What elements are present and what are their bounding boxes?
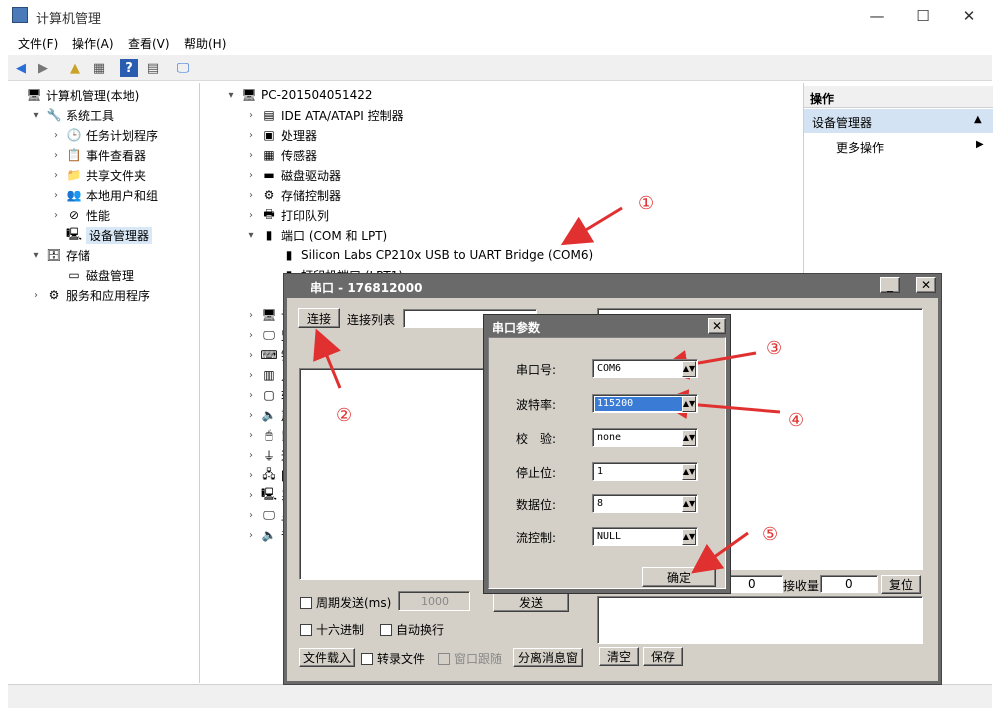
param-value: 8 — [597, 498, 604, 509]
dropdown-arrow-icon[interactable]: ▲▼ — [682, 396, 696, 412]
annotation-arrow-5 — [691, 531, 749, 574]
param-label: 停止位: — [516, 466, 557, 480]
param-value: 1 — [597, 466, 604, 477]
annotation-2: ② — [336, 405, 353, 426]
param-select[interactable]: 8 ▲▼ — [592, 494, 698, 513]
annotation-3: ③ — [766, 338, 783, 359]
dropdown-arrow-icon[interactable]: ▲▼ — [682, 361, 696, 377]
annotation-arrow-2 — [313, 328, 342, 389]
param-select[interactable]: NULL ▲▼ — [592, 527, 698, 546]
annotation-arrow-1 — [560, 206, 623, 246]
param-value: COM6 — [597, 363, 622, 374]
param-value: 115200 — [595, 397, 683, 411]
param-label: 流控制: — [516, 531, 557, 545]
param-label: 波特率: — [516, 398, 557, 412]
param-select[interactable]: COM6 ▲▼ — [592, 359, 698, 378]
dropdown-arrow-icon[interactable]: ▲▼ — [682, 464, 696, 480]
param-label: 数据位: — [516, 498, 557, 512]
param-select[interactable]: 1 ▲▼ — [592, 462, 698, 481]
annotation-5: ⑤ — [762, 524, 779, 545]
dropdown-arrow-icon[interactable]: ▲▼ — [682, 496, 696, 512]
param-label: 校 验: — [516, 432, 557, 446]
annotation-arrows — [313, 206, 781, 574]
param-label: 串口号: — [516, 363, 557, 377]
annotation-4: ④ — [788, 410, 805, 431]
param-value: none — [597, 432, 622, 443]
param-value: NULL — [597, 531, 622, 542]
dropdown-arrow-icon[interactable]: ▲▼ — [682, 430, 696, 446]
param-select[interactable]: 115200 ▲▼ — [592, 394, 698, 413]
param-select[interactable]: none ▲▼ — [592, 428, 698, 447]
dropdown-arrow-icon[interactable]: ▲▼ — [682, 529, 696, 545]
annotation-1: ① — [638, 193, 655, 214]
